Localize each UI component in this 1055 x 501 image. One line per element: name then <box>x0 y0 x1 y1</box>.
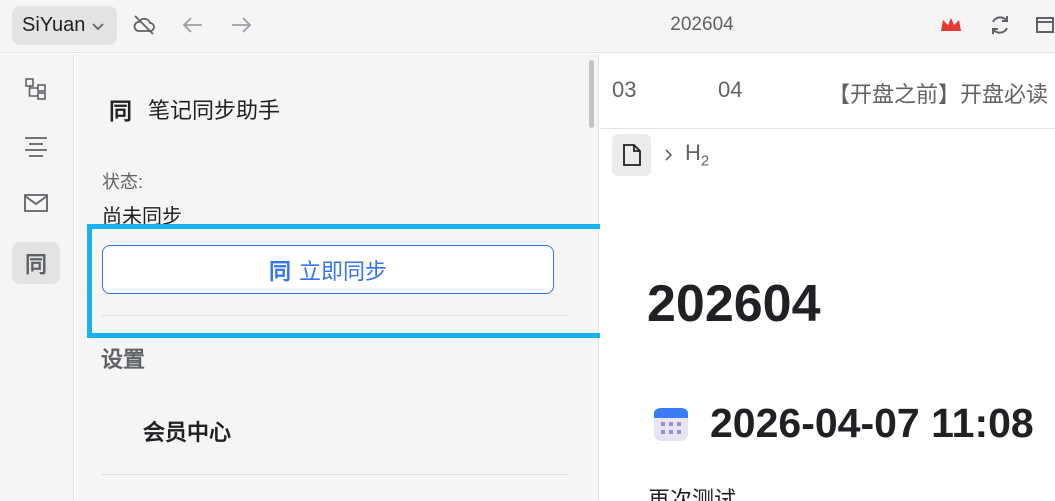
cloud-off-icon[interactable] <box>131 12 157 38</box>
back-arrow-icon[interactable] <box>180 12 206 38</box>
sync-helper-icon[interactable]: 同 <box>12 242 60 284</box>
settings-heading: 设置 <box>101 347 146 372</box>
sync-helper-icon: 同 <box>109 98 132 124</box>
forward-arrow-icon[interactable] <box>228 12 254 38</box>
breadcrumb-heading[interactable]: H2 <box>685 140 709 169</box>
breadcrumb: H2 <box>612 134 709 176</box>
top-bar: SiYuan 202604 <box>0 0 1055 53</box>
tab-bar: 03 04 【开盘之前】开盘必读 <box>600 54 1055 129</box>
workspace-label: SiYuan <box>22 14 86 36</box>
outline-tree-icon[interactable] <box>12 68 60 110</box>
sync-icon[interactable] <box>987 12 1013 38</box>
panel-header: 同 笔记同步助手 <box>109 92 280 126</box>
highlight-box <box>87 224 613 338</box>
scrollbar[interactable] <box>589 60 594 128</box>
window-icon[interactable] <box>1029 12 1055 38</box>
section-heading-text: 2026-04-07 11:08 <box>710 400 1034 446</box>
paragraph[interactable]: 再次测试 <box>648 482 736 501</box>
panel-title: 笔记同步助手 <box>148 98 281 123</box>
member-center-link[interactable]: 会员中心 <box>143 415 231 447</box>
chevron-down-icon <box>92 22 105 30</box>
workspace-button[interactable]: SiYuan <box>12 6 117 45</box>
align-center-icon[interactable] <box>12 126 60 168</box>
editor: 03 04 【开盘之前】开盘必读 H2 202604 2026-04-07 11… <box>600 54 1055 501</box>
crown-icon[interactable] <box>938 12 964 38</box>
document-heading: 202604 <box>647 275 821 333</box>
divider <box>102 474 568 475</box>
section-heading: 2026-04-07 11:08 <box>652 400 1034 447</box>
document-title: 202604 <box>670 14 734 35</box>
mail-icon[interactable] <box>12 182 60 224</box>
chevron-right-icon <box>665 149 673 161</box>
tab-before-market[interactable]: 【开盘之前】开盘必读 <box>828 77 1048 109</box>
left-dock: 同 <box>0 54 74 501</box>
document-icon[interactable] <box>612 134 651 176</box>
tab-04[interactable]: 04 <box>718 77 742 103</box>
calendar-icon <box>654 407 688 441</box>
status-label: 状态: <box>102 172 144 192</box>
tab-03[interactable]: 03 <box>612 77 636 103</box>
